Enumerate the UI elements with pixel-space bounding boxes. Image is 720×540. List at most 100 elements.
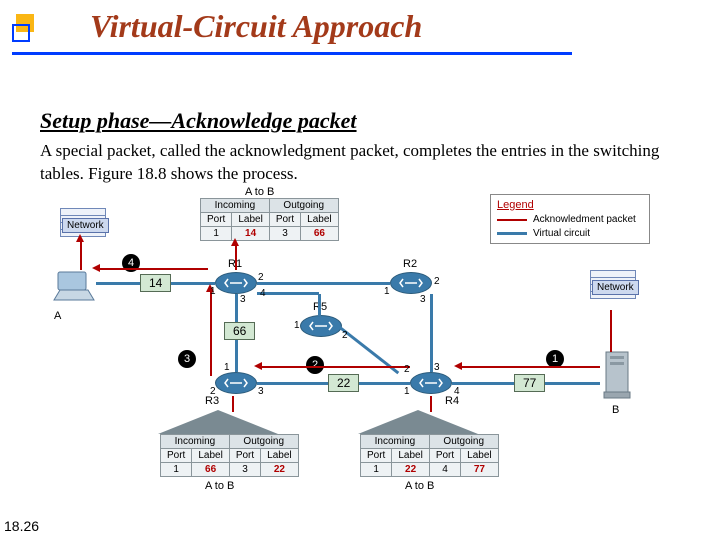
r1-in-port: 1 — [201, 227, 232, 241]
r3-table-caption: A to B — [205, 480, 234, 492]
bullet-square-blue — [12, 24, 30, 42]
r4-in-label: 22 — [392, 463, 429, 477]
legend-swatch-ack — [497, 219, 527, 221]
link-label-22: 22 — [328, 374, 359, 392]
r4-port-hdr-1: Port — [361, 449, 392, 463]
r1-table-caption: A to B — [245, 186, 274, 198]
r3-port-hdr-1: Port — [161, 449, 192, 463]
link-label-77: 77 — [514, 374, 545, 392]
r3-outgoing-header: Outgoing — [229, 435, 298, 449]
r3-in-label: 66 — [192, 463, 229, 477]
red-arrow-r3-r1 — [210, 290, 212, 376]
port-r5-2: 2 — [342, 330, 348, 341]
red-pointer-r1-table — [235, 244, 237, 270]
r4-port-hdr-2: Port — [429, 449, 460, 463]
page-number: 18.26 — [4, 518, 39, 534]
router-r4 — [410, 372, 452, 394]
r4-label-hdr-1: Label — [392, 449, 429, 463]
triangle-r4 — [358, 410, 478, 434]
r3-incoming-header: Incoming — [161, 435, 230, 449]
r3-out-label: 22 — [261, 463, 298, 477]
triangle-r3 — [158, 410, 278, 434]
r4-out-label: 77 — [461, 463, 498, 477]
router-r2-label: R2 — [403, 258, 417, 270]
step-2: 2 — [306, 356, 324, 374]
r4-outgoing-header: Outgoing — [429, 435, 498, 449]
link-r5-top — [318, 294, 321, 316]
body-paragraph: A special packet, called the acknowledgm… — [40, 140, 680, 186]
r4-table-caption: A to B — [405, 480, 434, 492]
router-r1 — [215, 272, 257, 294]
port-r1-2: 2 — [258, 272, 264, 283]
r3-label-hdr-2: Label — [261, 449, 298, 463]
legend-label-ack: Acknowledment packet — [533, 214, 636, 225]
link-label-14: 14 — [140, 274, 171, 292]
r4-incoming-header: Incoming — [361, 435, 430, 449]
router-r5 — [300, 315, 342, 337]
title-underline — [12, 52, 572, 55]
r1-incoming-header: Incoming — [201, 199, 270, 213]
legend-title: Legend — [497, 199, 643, 211]
r1-port-hdr-1: Port — [201, 213, 232, 227]
red-pointer-r4-table — [430, 396, 432, 412]
r1-label-hdr-1: Label — [232, 213, 269, 227]
network-label-a: Network — [62, 218, 109, 233]
r1-out-label: 66 — [301, 227, 338, 241]
r1-port-hdr-2: Port — [269, 213, 300, 227]
link-r2-r4 — [430, 294, 433, 372]
step-3: 3 — [178, 350, 196, 368]
arrowhead-r1-table — [231, 238, 239, 246]
network-diagram: Legend Acknowledment packet Virtual circ… — [60, 200, 660, 495]
red-pointer-b-stack — [610, 310, 612, 352]
link-r1-r5a — [257, 292, 319, 295]
port-r4-4: 4 — [454, 386, 460, 397]
red-arrow-r1-a — [98, 268, 208, 270]
arrowhead-r3 — [254, 362, 262, 370]
r1-out-port: 3 — [269, 227, 300, 241]
port-r1-1: 1 — [210, 286, 216, 297]
legend-swatch-vc — [497, 232, 527, 235]
port-r1-3: 3 — [240, 294, 246, 305]
legend-label-vc: Virtual circuit — [533, 228, 590, 239]
port-r2-2: 2 — [434, 276, 440, 287]
red-arrow-b-r4 — [460, 366, 600, 368]
link-label-66: 66 — [224, 322, 255, 340]
red-pointer-r3-table — [232, 396, 234, 412]
red-arrow-r4-r3 — [260, 366, 410, 368]
port-r2-3: 3 — [420, 294, 426, 305]
arrowhead-a — [92, 264, 100, 272]
host-b-icon — [602, 350, 632, 407]
switching-table-r3: Incoming Outgoing Port Label Port Label … — [160, 434, 299, 477]
r3-out-port: 3 — [229, 463, 260, 477]
r3-label-hdr-1: Label — [192, 449, 229, 463]
port-r3-2: 2 — [210, 386, 216, 397]
host-b-label: B — [612, 404, 619, 416]
legend-box: Legend Acknowledment packet Virtual circ… — [490, 194, 650, 244]
r4-out-port: 4 — [429, 463, 460, 477]
r4-in-port: 1 — [361, 463, 392, 477]
arrowhead-r4 — [454, 362, 462, 370]
port-r1-4: 4 — [260, 288, 266, 299]
router-r2 — [390, 272, 432, 294]
port-r3-1: 1 — [224, 362, 230, 373]
switching-table-r4: Incoming Outgoing Port Label Port Label … — [360, 434, 499, 477]
port-r4-1: 1 — [404, 386, 410, 397]
r3-in-port: 1 — [161, 463, 192, 477]
section-subtitle: Setup phase—Acknowledge packet — [40, 108, 357, 134]
port-r2-1: 1 — [384, 286, 390, 297]
switching-table-r1: Incoming Outgoing Port Label Port Label … — [200, 198, 339, 241]
port-r4-3: 3 — [434, 362, 440, 373]
host-a-icon — [52, 270, 96, 309]
r3-port-hdr-2: Port — [229, 449, 260, 463]
network-label-b: Network — [592, 280, 639, 295]
port-r5-1: 1 — [294, 320, 300, 331]
arrowhead-a-stack — [76, 234, 84, 242]
r4-label-hdr-2: Label — [461, 449, 498, 463]
router-r3 — [215, 372, 257, 394]
port-r3-3: 3 — [258, 386, 264, 397]
host-a-label: A — [54, 310, 61, 322]
link-r1-r2 — [257, 282, 390, 285]
r1-outgoing-header: Outgoing — [269, 199, 338, 213]
slide-title: Virtual-Circuit Approach — [90, 8, 422, 45]
r1-label-hdr-2: Label — [301, 213, 338, 227]
